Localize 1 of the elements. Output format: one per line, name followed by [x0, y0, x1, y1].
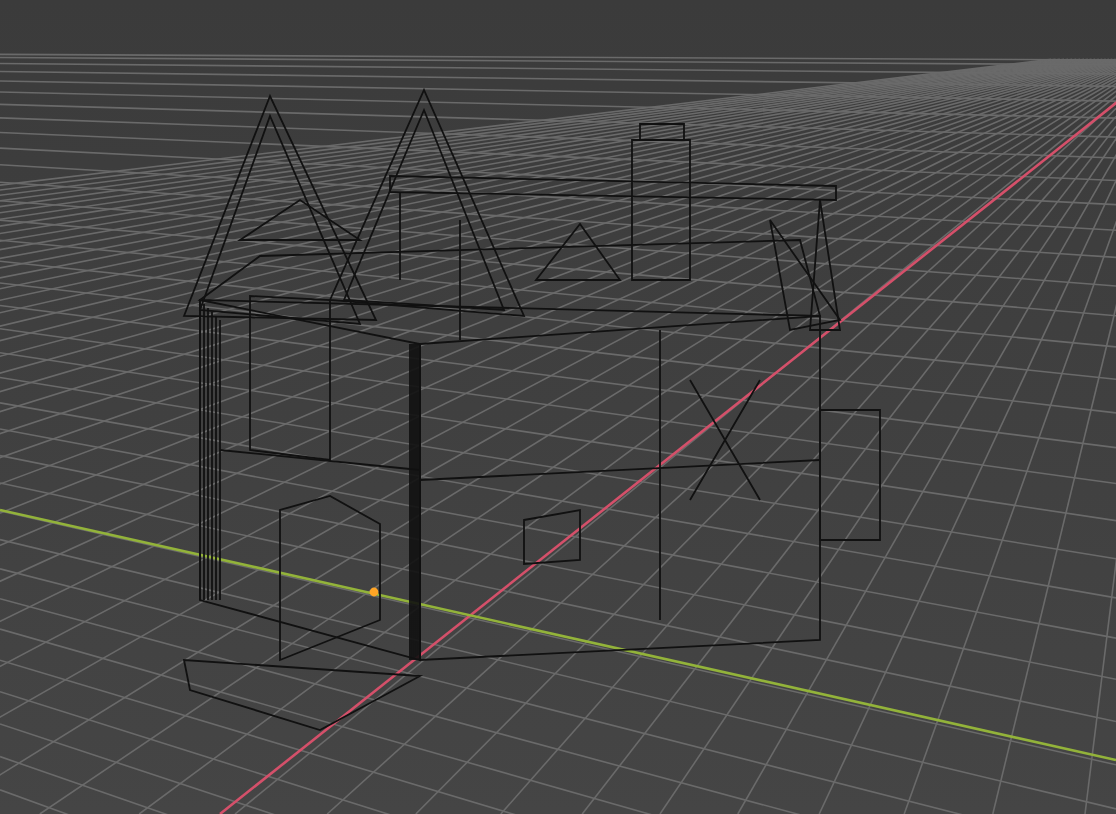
origin-dot	[369, 587, 379, 597]
